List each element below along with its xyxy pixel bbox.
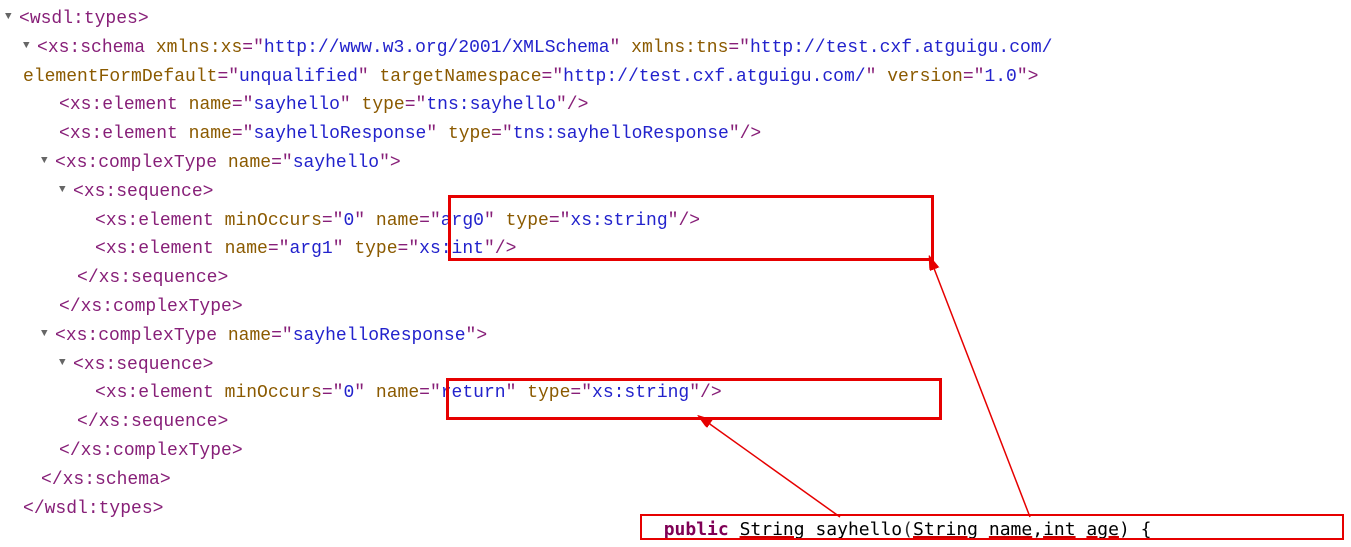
java-signature-box: public String sayhello(String name,int a… [640,514,1344,540]
annotation-arrow-icon [0,0,1351,547]
